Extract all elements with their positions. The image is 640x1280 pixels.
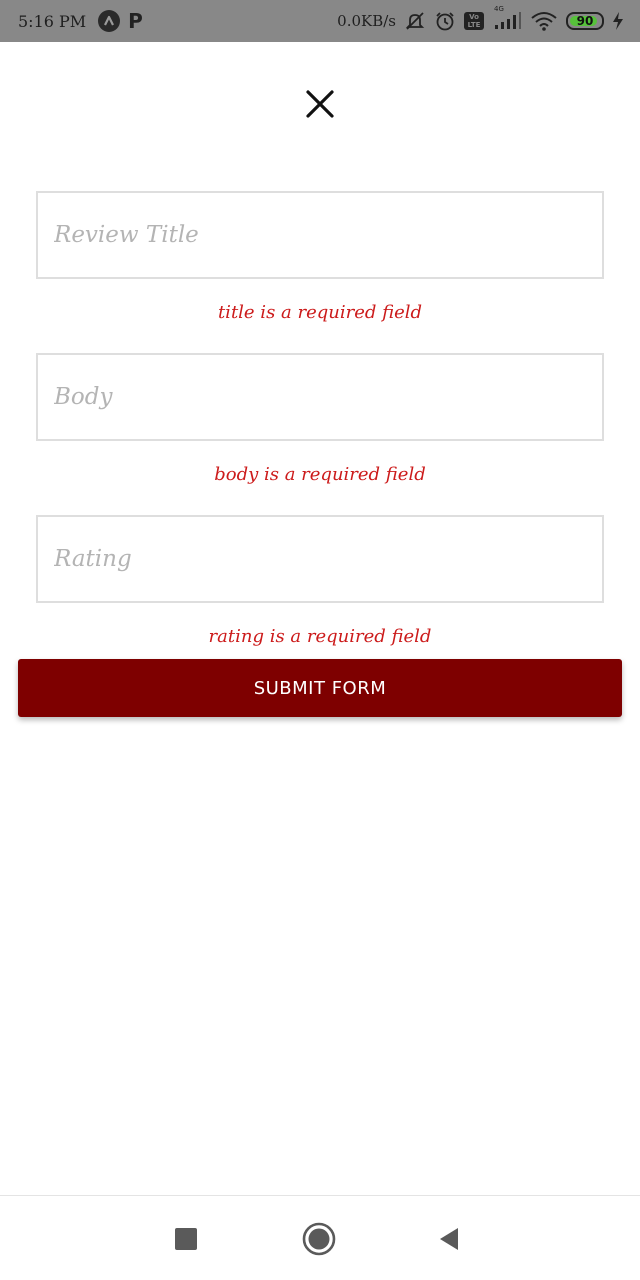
alarm-icon [434, 10, 456, 32]
review-title-field[interactable] [36, 191, 604, 279]
title-error: title is a required field [217, 302, 423, 323]
status-network-speed: 0.0KB/s [337, 12, 396, 30]
rating-error: rating is a required field [208, 626, 432, 647]
status-bar-left: 5:16 PM P [18, 10, 143, 32]
submit-form-button[interactable]: SUBMIT FORM [18, 659, 622, 717]
parking-icon: P [128, 9, 143, 33]
recents-button[interactable] [165, 1218, 207, 1260]
body-input[interactable] [54, 384, 602, 410]
wifi-icon [530, 10, 558, 32]
body-error: body is a required field [214, 464, 426, 485]
battery-level: 90 [576, 14, 594, 28]
recents-square-icon [175, 1228, 197, 1250]
network-type-label: 4G [494, 5, 504, 13]
battery-icon: 90 [566, 12, 604, 30]
volte-top-label: Vo [469, 13, 479, 21]
rating-input[interactable] [54, 546, 602, 572]
status-bar-right: 0.0KB/s Vo LTE 4G 90 [337, 5, 624, 32]
back-triangle-icon [440, 1228, 458, 1250]
volte-bottom-label: LTE [467, 21, 481, 29]
system-nav-bar [0, 1195, 640, 1280]
review-form-screen: 5:16 PM P 0.0KB/s Vo LTE 4G 90 Review Ti… [0, 0, 640, 1280]
back-button[interactable] [428, 1218, 470, 1260]
close-icon [306, 90, 334, 118]
status-bar: 5:16 PM P 0.0KB/s Vo LTE 4G 90 [0, 0, 640, 42]
charging-icon [612, 11, 624, 31]
review-title-input[interactable] [54, 222, 602, 248]
body-field[interactable] [36, 353, 604, 441]
mute-bell-icon [404, 10, 426, 32]
home-circle-icon [302, 1222, 336, 1256]
home-button[interactable] [298, 1218, 340, 1260]
status-time: 5:16 PM [18, 11, 87, 31]
close-button[interactable] [297, 81, 343, 127]
volte-icon: Vo LTE [464, 12, 484, 30]
signal-icon: 4G [492, 5, 522, 31]
rating-field[interactable] [36, 515, 604, 603]
nav-arrow-icon [98, 10, 121, 32]
